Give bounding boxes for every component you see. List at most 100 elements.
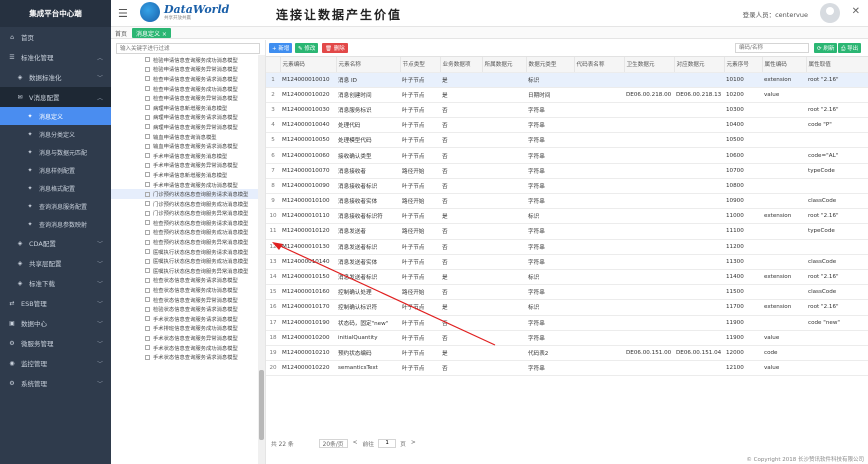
column-header[interactable]: 属性取值 [806, 57, 868, 73]
tree-scrollbar-thumb[interactable] [259, 370, 264, 440]
close-icon[interactable]: ✕ [852, 6, 860, 17]
column-header[interactable]: 所属数据元 [482, 57, 527, 73]
code-search-input[interactable] [735, 43, 809, 53]
delete-button[interactable]: 🗑 删除 [322, 43, 348, 53]
add-button[interactable]: + 新增 [269, 43, 293, 53]
refresh-button[interactable]: ⟳ 刷新 [814, 43, 838, 53]
tree-item-checkbox[interactable] [145, 229, 150, 235]
column-header[interactable]: 元素序号 [724, 57, 763, 73]
tree-item-checkbox[interactable] [145, 268, 150, 274]
sidebar-item[interactable]: ☰ 标准化管理 ︿ [0, 47, 111, 67]
edit-button[interactable]: ✎ 修改 [295, 43, 319, 53]
tree-item-checkbox[interactable] [145, 182, 150, 188]
tree-item[interactable]: 手术状态信息查询服务成功消息模型 [111, 343, 259, 353]
tree-item-checkbox[interactable] [145, 325, 150, 331]
tree-item[interactable]: 手术申请信息查询服务异常消息模型 [111, 161, 259, 171]
tree-item-checkbox[interactable] [145, 345, 150, 351]
menu-toggle-icon[interactable]: ☰ [118, 7, 128, 20]
tree-item[interactable]: 门诊预约状态信息查询服务成功消息模型 [111, 199, 259, 209]
column-header[interactable] [266, 57, 281, 73]
sidebar-item[interactable]: ⚙ 微服务管理 ﹀ [0, 333, 111, 353]
sidebar-item[interactable]: ⇄ ESB管理 ﹀ [0, 293, 111, 313]
table-row[interactable]: 2 M124000010020 消息创建时间 叶子节点是 日期时间 DE06.00.218… [266, 87, 868, 103]
tree-item[interactable]: 手术状态信息查询服务请求消息模型 [111, 352, 259, 362]
tree-item[interactable]: 检查状态信息查询服务成功消息模型 [111, 285, 259, 295]
table-row[interactable]: 8 M124000010090 消息接收者标识 叶子节点否 字符串 10800 [266, 178, 868, 195]
table-row[interactable]: 20 M124000010220 semanticsText 叶子节点否 字符串 1210… [266, 360, 868, 377]
table-row[interactable]: 5 M124000010050 处理模型代码 叶子节点否 字符串 10500 [266, 132, 868, 149]
tree-item-checkbox[interactable] [145, 86, 150, 92]
table-row[interactable]: 9 M124000010100 消息接收者实体 路径开始否 字符串 10900 classC… [266, 193, 868, 210]
tree-item-checkbox[interactable] [145, 124, 150, 130]
table-row[interactable]: 3 M124000010030 消息服务标识 叶子节点否 字符串 10300 root "2… [266, 102, 868, 119]
table-row[interactable]: 4 M124000010040 处理代码 叶子节点否 字符串 10400 code "P" [266, 117, 868, 134]
sidebar-item[interactable]: ✦ 消息格式配置 [0, 179, 111, 197]
tree-item[interactable]: 医嘱执行状态信息查询服务异常消息模型 [111, 266, 259, 276]
tree-item-checkbox[interactable] [145, 201, 150, 207]
table-row[interactable]: 18 M124000010200 initialQuantity 叶子节点否 字符串 11… [266, 330, 868, 346]
tree-item-checkbox[interactable] [145, 76, 150, 82]
table-row[interactable]: 11 M124000010120 消息发送者 路径开始否 字符串 11100 typeCod… [266, 223, 868, 240]
tree-item[interactable]: 病理申请信息查询服务请求消息模型 [111, 113, 259, 123]
tree-item-checkbox[interactable] [145, 354, 150, 360]
tree-item-checkbox[interactable] [145, 277, 150, 283]
tree-item-checkbox[interactable] [145, 66, 150, 72]
sidebar-item[interactable]: ⚙ 系统管理 ﹀ [0, 373, 111, 393]
tree-item[interactable]: 手术状态信息查询服务请求消息模型 [111, 314, 259, 324]
table-row[interactable]: 16 M124000010170 控制确认标识符 叶子节点是 标识 11700 extens… [266, 299, 868, 316]
column-header[interactable]: 元素编码 [280, 57, 337, 73]
tree-item[interactable]: 检验申请信息查询服务成功消息模型 [111, 55, 259, 65]
tree-item[interactable]: 检查预约状态信息查询服务请求消息模型 [111, 218, 259, 228]
tree-item[interactable]: 手术状态信息查询服务异常消息模型 [111, 333, 259, 343]
tree-item-checkbox[interactable] [145, 239, 150, 245]
tree-item[interactable]: 医嘱执行状态信息查询服务请求消息模型 [111, 247, 259, 257]
table-row[interactable]: 1 M124000010010 消息 ID 叶子节点是 标识 10100 extension… [266, 72, 868, 88]
tree-item[interactable]: 病理申请信息新增服务消息模型 [111, 103, 259, 113]
column-header[interactable]: 代码表名称 [574, 57, 625, 73]
tree-item-checkbox[interactable] [145, 306, 150, 312]
column-header[interactable]: 属性编码 [762, 57, 807, 73]
tree-item[interactable]: 检查申请信息查询服务成功消息模型 [111, 84, 259, 94]
table-row[interactable]: 15 M124000010160 控制确认处理 路径开始否 字符串 11500 classC… [266, 284, 868, 301]
sidebar-item[interactable]: ◈ 标准下载 ﹀ [0, 273, 111, 293]
table-row[interactable]: 17 M124000010190 状态码，固定"new" 叶子节点否 字符串 11900 c… [266, 315, 868, 331]
export-button[interactable]: ⎙ 导出 [838, 43, 862, 53]
tree-item[interactable]: 检验申请信息查询服务异常消息模型 [111, 65, 259, 75]
sidebar-item[interactable]: ◈ CDA配置 ﹀ [0, 233, 111, 253]
tree-item[interactable]: 门诊预约状态信息查询服务请求消息模型 [111, 189, 259, 199]
tree-item-checkbox[interactable] [145, 57, 150, 63]
sidebar-item[interactable]: ✦ 消息分类定义 [0, 125, 111, 143]
tree-item-checkbox[interactable] [145, 134, 150, 140]
tree-item-checkbox[interactable] [145, 249, 150, 255]
sidebar-item[interactable]: ✦ 查询消息参数映射 [0, 215, 111, 233]
sidebar-item[interactable]: ✦ 消息定义 [0, 107, 111, 125]
tree-item-checkbox[interactable] [145, 114, 150, 120]
tree-item[interactable]: 检验状态信息查询服务请求消息模型 [111, 304, 259, 314]
tree-item[interactable]: 门诊预约状态信息查询服务异常消息模型 [111, 209, 259, 219]
tree-item-checkbox[interactable] [145, 143, 150, 149]
tree-item-checkbox[interactable] [145, 210, 150, 216]
sidebar-item[interactable]: ✉ V消息配置 ︿ [0, 87, 111, 107]
column-header[interactable]: 业务数据项 [440, 57, 483, 73]
tree-item-checkbox[interactable] [145, 172, 150, 178]
tree-item[interactable]: 检查申请信息查询服务请求消息模型 [111, 74, 259, 84]
tree-item[interactable]: 手术申请信息查询服务成功消息模型 [111, 180, 259, 190]
sidebar-item[interactable]: ✦ 消息与数据元匹配 [0, 143, 111, 161]
tree-item[interactable]: 手术申请信息新增服务消息模型 [111, 170, 259, 180]
table-row[interactable]: 14 M124000010150 消息发送者标识 叶子节点是 标识 11400 extens… [266, 269, 868, 286]
tree-item-checkbox[interactable] [145, 316, 150, 322]
table-row[interactable]: 19 M124000010210 预约状态编码 叶子节点是 代码表2 DE06.00.15… [266, 345, 868, 362]
tree-item[interactable]: 检查状态信息查询服务异常消息模型 [111, 295, 259, 305]
tree-item[interactable]: 输血申请信息查询服务请求消息模型 [111, 141, 259, 151]
tree-item[interactable]: 输血申请信息查询消息模型 [111, 132, 259, 142]
tree-item-checkbox[interactable] [145, 297, 150, 303]
sidebar-item[interactable]: ◉ 监控管理 ﹀ [0, 353, 111, 373]
tree-item-checkbox[interactable] [145, 287, 150, 293]
pager-prev-button[interactable]: < [353, 440, 358, 446]
tab-home[interactable]: 首页 [111, 28, 131, 38]
pager-page-input[interactable] [378, 438, 397, 448]
column-header[interactable]: 节点类型 [400, 57, 441, 73]
sidebar-item[interactable]: ⌂ 首页 [0, 27, 111, 47]
table-row[interactable]: 13 M124000010140 消息发送者实体 叶子节点否 字符串 11300 class… [266, 254, 868, 270]
tree-item-checkbox[interactable] [145, 153, 150, 159]
